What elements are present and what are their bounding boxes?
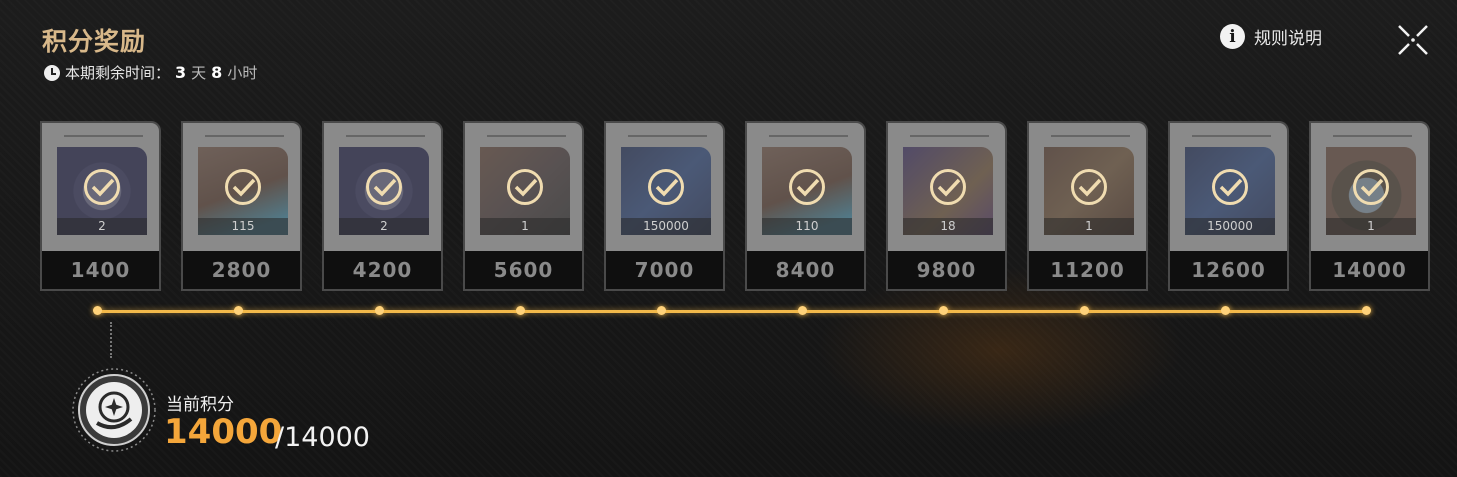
timer-hours: 8 — [211, 63, 223, 82]
progress-node — [798, 306, 807, 315]
current-score-value: 14000 — [164, 412, 283, 452]
card-header-line — [628, 135, 707, 137]
progress-pointer — [110, 322, 114, 358]
card-header-line — [64, 135, 143, 137]
reward-card[interactable]: 18 9800 — [886, 121, 1007, 291]
close-button[interactable] — [1395, 22, 1431, 58]
claimed-check-icon — [84, 169, 120, 205]
current-score-badge — [71, 367, 157, 453]
rules-button[interactable]: i 规则说明 — [1220, 24, 1322, 49]
reward-threshold: 4200 — [324, 251, 441, 289]
reward-card[interactable]: 2 4200 — [322, 121, 443, 291]
rules-label: 规则说明 — [1254, 29, 1322, 49]
remaining-time: 本期剩余时间： 3 天 8 小时 — [44, 62, 257, 83]
medal-icon: 2 — [57, 147, 147, 235]
reward-card[interactable]: 1 11200 — [1027, 121, 1148, 291]
progress-node — [1080, 306, 1089, 315]
claimed-check-icon — [930, 169, 966, 205]
claimed-check-icon — [789, 169, 825, 205]
reward-threshold: 14000 — [1311, 251, 1428, 289]
reward-track: 2 1400 115 2800 2 4200 1 5600 150000 7000 110 8400 1… — [0, 121, 1457, 293]
reward-threshold: 9800 — [888, 251, 1005, 289]
timer-prefix: 本期剩余时间： — [65, 64, 171, 82]
reward-card[interactable]: 115 2800 — [181, 121, 302, 291]
progress-node — [1221, 306, 1230, 315]
data-module-icon: 1 — [1044, 147, 1134, 235]
reward-card[interactable]: 2 1400 — [40, 121, 161, 291]
credit-card-icon: 150000 — [621, 147, 711, 235]
card-header-line — [1333, 135, 1412, 137]
reward-quantity: 18 — [903, 218, 993, 235]
progress-node — [939, 306, 948, 315]
card-header-line — [910, 135, 989, 137]
progress-node — [516, 306, 525, 315]
reward-quantity: 150000 — [1185, 218, 1275, 235]
reward-threshold: 7000 — [606, 251, 723, 289]
progress-node — [93, 306, 102, 315]
reward-quantity: 110 — [762, 218, 852, 235]
card-header-line — [1192, 135, 1271, 137]
progress-node — [1362, 306, 1371, 315]
timer-days: 3 — [175, 63, 187, 82]
card-header-line — [487, 135, 566, 137]
reward-threshold: 1400 — [42, 251, 159, 289]
reward-quantity: 2 — [57, 218, 147, 235]
gold-fragment-icon: 18 — [903, 147, 993, 235]
reward-card[interactable]: 110 8400 — [745, 121, 866, 291]
card-header-line — [346, 135, 425, 137]
reward-quantity: 150000 — [621, 218, 711, 235]
timer-hour-unit: 小时 — [227, 64, 258, 82]
claimed-check-icon — [225, 169, 261, 205]
info-icon: i — [1220, 24, 1245, 49]
credit-card-icon: 150000 — [1185, 147, 1275, 235]
reward-quantity: 1 — [1326, 218, 1416, 235]
claimed-check-icon — [366, 169, 402, 205]
claimed-check-icon — [1071, 169, 1107, 205]
reward-card[interactable]: 150000 12600 — [1168, 121, 1289, 291]
crystal-rock-icon: 110 — [762, 147, 852, 235]
claimed-check-icon — [648, 169, 684, 205]
progress-node — [657, 306, 666, 315]
clock-icon — [44, 64, 60, 81]
medal-icon — [72, 368, 156, 452]
crystal-rock-icon: 115 — [198, 147, 288, 235]
claimed-check-icon — [507, 169, 543, 205]
claimed-check-icon — [1353, 169, 1389, 205]
progress-node — [234, 306, 243, 315]
reward-card[interactable]: 1 5600 — [463, 121, 584, 291]
chip-icon: 1 — [480, 147, 570, 235]
card-header-line — [769, 135, 848, 137]
page-title: 积分奖励 — [42, 27, 147, 56]
progress-node — [375, 306, 384, 315]
close-icon — [1398, 25, 1428, 55]
reward-card[interactable]: 150000 7000 — [604, 121, 725, 291]
timer-day-unit: 天 — [191, 64, 207, 82]
card-header-line — [205, 135, 284, 137]
reward-threshold: 2800 — [183, 251, 300, 289]
reward-quantity: 115 — [198, 218, 288, 235]
medal-icon: 2 — [339, 147, 429, 235]
reward-threshold: 12600 — [1170, 251, 1287, 289]
reward-threshold: 8400 — [747, 251, 864, 289]
reward-threshold: 5600 — [465, 251, 582, 289]
reward-quantity: 1 — [480, 218, 570, 235]
progress-track — [97, 310, 1367, 313]
claimed-check-icon — [1212, 169, 1248, 205]
card-header-line — [1051, 135, 1130, 137]
target-score-value: /14000 — [275, 422, 370, 453]
reward-card[interactable]: 1 14000 — [1309, 121, 1430, 291]
orb-icon: 1 — [1326, 147, 1416, 235]
reward-threshold: 11200 — [1029, 251, 1146, 289]
reward-quantity: 2 — [339, 218, 429, 235]
reward-quantity: 1 — [1044, 218, 1134, 235]
